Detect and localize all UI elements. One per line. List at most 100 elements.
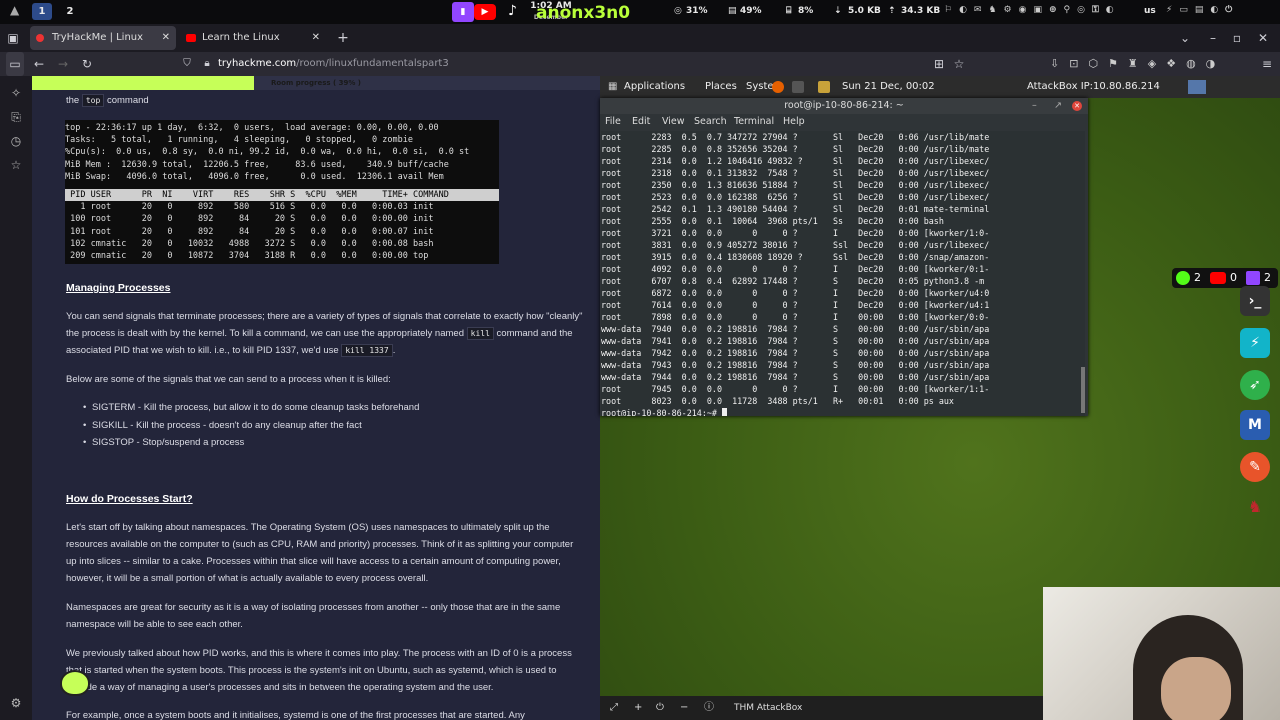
youtube-favicon-icon: [186, 34, 196, 42]
webcam-overlay: [1043, 587, 1280, 720]
twitch-logo-icon: ▮: [452, 2, 474, 22]
new-tab-icon[interactable]: +: [334, 26, 352, 50]
sidebar-icon[interactable]: ▭: [6, 52, 24, 76]
feather-dock-icon[interactable]: ✎: [1240, 452, 1270, 482]
streamer-handle: anonx3n0: [536, 3, 631, 23]
history-sync-icon[interactable]: ⎘: [8, 110, 24, 126]
terminal-window[interactable]: root@ip-10-80-86-214: ~ – ↗ ✕ File Edit …: [600, 98, 1088, 416]
ai-chat-icon[interactable]: ✧: [8, 86, 24, 102]
menu-applications[interactable]: Applications: [624, 76, 685, 98]
fullscreen-icon[interactable]: ⤢: [610, 696, 618, 720]
signal-item: SIGSTOP - Stop/suspend a process: [83, 437, 244, 448]
disk-usage: 8%: [798, 6, 814, 16]
tray-icons-right[interactable]: ⚡▭▤◐⏻: [1166, 5, 1239, 15]
menu-icon[interactable]: ≡: [1258, 52, 1276, 76]
terminal-prompt: root@ip-10-80-86-214:~#: [601, 408, 723, 416]
inline-code-kill-1337: kill 1337: [341, 344, 393, 357]
maximize-icon[interactable]: ▫: [1228, 26, 1246, 50]
cpu-usage: 31%: [686, 6, 708, 16]
terminal-menu-edit[interactable]: Edit: [632, 114, 650, 130]
toolbar-icons[interactable]: ⇩⊡⬡⚑♜◈❖◍◑: [1050, 52, 1225, 76]
metasploit-dock-icon[interactable]: M: [1240, 410, 1270, 440]
minus-icon[interactable]: −: [680, 696, 688, 720]
terminal-menu-view[interactable]: View: [662, 114, 685, 130]
reload-icon[interactable]: ↻: [78, 52, 96, 76]
terminal-minimize-icon[interactable]: –: [1032, 98, 1037, 114]
room-progress-bar: Room progress ( 39% ): [32, 76, 600, 90]
menu-places[interactable]: Places: [705, 76, 737, 98]
customize-sidebar-icon[interactable]: ⚙: [8, 696, 24, 712]
bookmarks-icon[interactable]: ☆: [8, 158, 24, 174]
room-content: Room progress ( 39% ) the top command to…: [32, 76, 600, 720]
editor-launcher-icon[interactable]: [818, 81, 830, 93]
lock-icon[interactable]: 🔒︎: [198, 52, 216, 76]
tab-learn-linux[interactable]: Learn the Linux Fundamer ✕: [180, 26, 326, 67]
navigation-toolbar: ▭ ← → ↻ ⛉ 🔒︎ tryhackme.com/room/linuxfun…: [0, 52, 1280, 76]
arch-logo-icon: ▲: [10, 3, 20, 17]
terminal-menu-file[interactable]: File: [605, 114, 621, 130]
terminal-scrollbar[interactable]: [1081, 367, 1085, 413]
terminal-titlebar[interactable]: root@ip-10-80-86-214: ~ – ↗ ✕: [600, 98, 1088, 114]
apps-grid-icon[interactable]: ▦: [608, 76, 617, 98]
terminal-maximize-icon[interactable]: ↗: [1054, 98, 1062, 114]
terminal-menu-search[interactable]: Search: [694, 114, 727, 130]
bookmark-star-icon[interactable]: ☆: [950, 52, 968, 76]
terminal-menu-help[interactable]: Help: [783, 114, 805, 130]
workspace-2[interactable]: 2: [60, 3, 80, 20]
paragraph-systemd: For example, once a system boots and it …: [66, 710, 525, 720]
workspace-1[interactable]: 1: [32, 3, 52, 20]
intro-text-end: command: [106, 95, 149, 106]
mascot-avatar-icon[interactable]: [60, 670, 90, 696]
terminal-menu-terminal[interactable]: Terminal: [734, 114, 774, 130]
tray-icons[interactable]: ⚐◐✉♞⚙◉▣⊕⚲◎⚿◐: [944, 5, 1121, 15]
back-icon[interactable]: ←: [30, 52, 48, 76]
close-window-icon[interactable]: ✕: [1254, 26, 1272, 50]
signal-item: SIGTERM - Kill the process, but allow it…: [83, 402, 419, 413]
right-dock: ›_ ⚡ ➶ M ✎ ♞: [1236, 286, 1274, 526]
paragraph-namespaces-security: Namespaces are great for security as it …: [66, 602, 561, 630]
top-table-header: PID USER PR NI VIRT RES SHR S %CPU %MEM …: [65, 189, 499, 202]
bolt-dock-icon[interactable]: ⚡: [1240, 328, 1270, 358]
system-top-bar: ▲ 1 2 1:02 AM December 21 2025 ▮ ▶ ♪ ano…: [0, 0, 1280, 32]
signal-item: SIGKILL - Kill the process - doesn't do …: [83, 420, 362, 431]
upload-icon: ⇡: [888, 6, 896, 16]
url-field[interactable]: tryhackme.com/room/linuxfundamentalspart…: [218, 52, 449, 76]
inline-code-kill: kill: [466, 327, 494, 340]
extensions-grid-icon[interactable]: ⊞: [930, 52, 948, 76]
dragon-dock-icon[interactable]: ♞: [1240, 492, 1270, 522]
url-path: /room/linuxfundamentalspart3: [296, 58, 449, 69]
minimize-icon[interactable]: –: [1204, 26, 1222, 50]
terminal-launcher-icon[interactable]: [792, 81, 804, 93]
list-tabs-icon[interactable]: ⌄: [1176, 26, 1194, 50]
info-icon[interactable]: ⓘ: [704, 696, 714, 720]
sidebar-toggle-icon[interactable]: ▣: [4, 26, 22, 50]
terminal-close-icon[interactable]: ✕: [1072, 101, 1082, 111]
history-icon[interactable]: ◷: [8, 134, 24, 150]
terminal-title: root@ip-10-80-86-214: ~: [784, 100, 904, 111]
memory-icon: ▤: [728, 6, 737, 16]
terminal-output[interactable]: root 2283 0.5 0.7 347272 27904 ? Sl Dec2…: [601, 131, 1085, 416]
close-tab-icon[interactable]: ✕: [162, 26, 170, 50]
terminal-prompt-line[interactable]: root@ip-10-80-86-214:~# _: [601, 407, 1085, 416]
browser-sidebar: ✧ ⎘ ◷ ☆ ⚙: [0, 76, 32, 720]
close-tab-icon[interactable]: ✕: [312, 26, 320, 50]
net-up: 34.3 KB: [901, 6, 941, 16]
top-output-image: top - 22:36:17 up 1 day, 6:32, 0 users, …: [65, 120, 499, 264]
power-icon[interactable]: ⏻: [656, 696, 664, 720]
tracking-shield-icon[interactable]: ⛉: [178, 52, 196, 76]
forward-icon[interactable]: →: [54, 52, 72, 76]
tiktok-logo-icon: ♪: [508, 3, 517, 19]
terminal-menubar: File Edit View Search Terminal Help: [600, 114, 1088, 130]
heading-managing-processes: Managing Processes: [66, 282, 171, 294]
rocket-dock-icon[interactable]: ➶: [1240, 370, 1270, 400]
intro-line: the top command: [66, 92, 586, 109]
stream-counters: 2 0 2: [1172, 268, 1278, 288]
youtube-count-icon: [1210, 272, 1226, 284]
keyboard-layout[interactable]: us: [1144, 6, 1156, 16]
net-down: 5.0 KB: [848, 6, 881, 16]
add-icon[interactable]: +: [634, 696, 642, 720]
tab-tryhackme[interactable]: TryHackMe | Linux Fundam ✕: [30, 26, 176, 67]
firefox-launcher-icon[interactable]: [772, 81, 784, 93]
panel-clock[interactable]: Sun 21 Dec, 00:02: [842, 76, 935, 98]
terminal-dock-icon[interactable]: ›_: [1240, 286, 1270, 316]
